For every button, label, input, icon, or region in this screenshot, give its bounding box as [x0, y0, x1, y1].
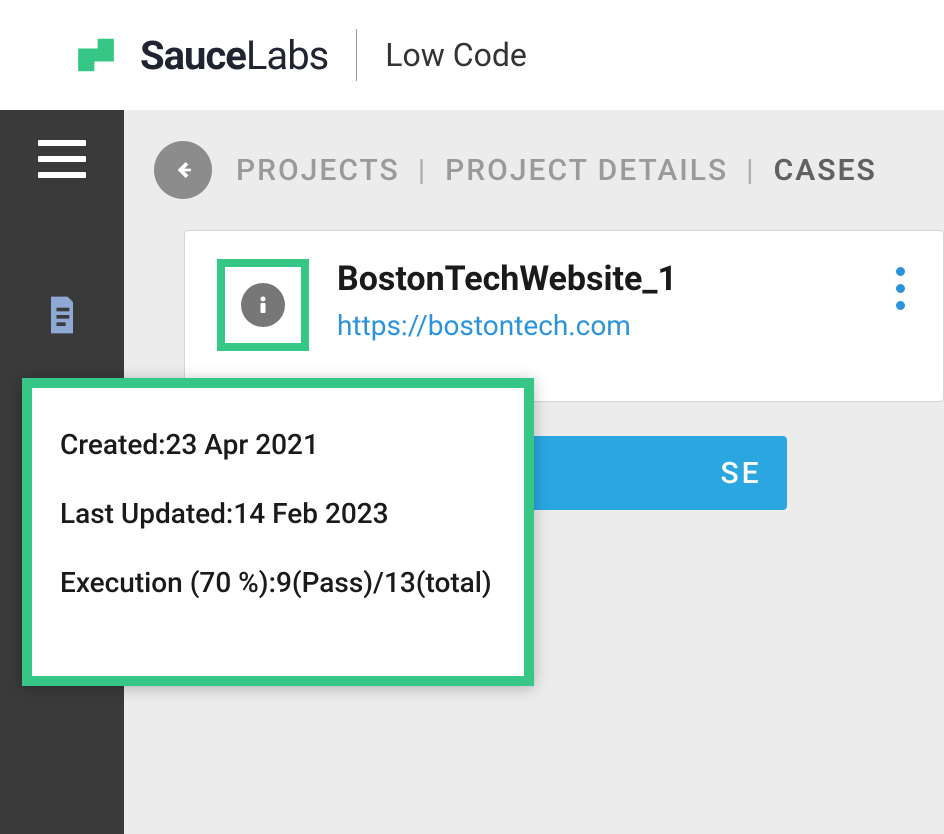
brand-text: SauceLabs: [140, 32, 328, 79]
tooltip-updated-value: 14 Feb 2023: [233, 497, 388, 530]
app-header: SauceLabs Low Code: [0, 0, 944, 110]
project-card: BostonTechWebsite_1 https://bostontech.c…: [184, 230, 944, 402]
project-title: BostonTechWebsite_1: [337, 259, 868, 299]
crumb-projects[interactable]: PROJECTS: [236, 153, 400, 188]
info-icon: [241, 283, 285, 327]
tooltip-updated-label: Last Updated:: [60, 497, 233, 530]
tooltip-exec-label: Execution (70 %):: [60, 566, 276, 599]
tooltip-created-value: 23 Apr 2021: [166, 428, 319, 461]
kebab-menu-icon[interactable]: [896, 267, 905, 310]
crumb-project-details[interactable]: PROJECT DETAILS: [445, 153, 728, 188]
crumb-separator: |: [418, 153, 427, 188]
tooltip-created-label: Created:: [60, 428, 166, 461]
hamburger-menu-icon[interactable]: [38, 140, 86, 178]
breadcrumb: PROJECTS | PROJECT DETAILS | CASES: [124, 110, 944, 230]
product-name: Low Code: [385, 36, 527, 74]
tooltip-exec-value: 9(Pass)/13(total): [276, 566, 492, 599]
arrow-left-icon: [167, 154, 199, 186]
project-url-link[interactable]: https://bostontech.com: [337, 309, 868, 342]
button-label-fragment: SE: [510, 456, 761, 491]
document-icon[interactable]: [40, 293, 84, 337]
crumb-cases[interactable]: CASES: [774, 153, 877, 188]
crumb-separator: |: [746, 153, 755, 188]
divider: [356, 29, 357, 81]
back-button[interactable]: [154, 141, 212, 199]
logo: SauceLabs Low Code: [70, 29, 527, 81]
saucelabs-logo-icon: [70, 29, 122, 81]
info-tooltip: Created:23 Apr 2021 Last Updated:14 Feb …: [22, 378, 534, 686]
info-button[interactable]: [217, 259, 309, 351]
